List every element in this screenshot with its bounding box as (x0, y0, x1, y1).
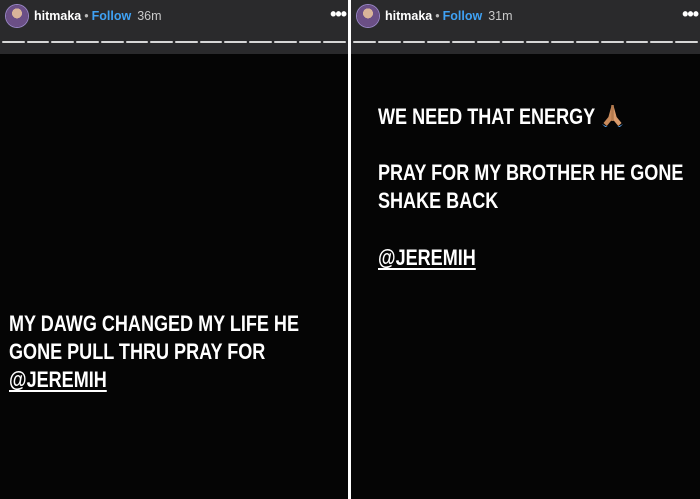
progress-segment (273, 41, 297, 43)
progress-segment (625, 41, 649, 43)
story-header: hitmaka • Follow 31m ••• (351, 0, 700, 54)
caption-line: PRAY FOR MY BROTHER HE GONE (378, 160, 684, 185)
profile-avatar[interactable] (357, 5, 379, 27)
progress-segment (452, 41, 475, 43)
caption-line: WE NEED THAT ENERGY (378, 104, 596, 129)
mention-link[interactable]: @JEREMIH (378, 245, 476, 270)
story-caption-energy: WE NEED THAT ENERGY (378, 103, 625, 134)
progress-segment (249, 41, 272, 43)
profile-avatar[interactable] (6, 5, 28, 27)
follow-button[interactable]: Follow (92, 9, 132, 23)
progress-segment (476, 41, 500, 43)
story-mention: @JEREMIH (378, 244, 476, 272)
follow-button[interactable]: Follow (443, 9, 483, 23)
progress-segment (2, 41, 25, 43)
story-meta: hitmaka • Follow 31m (385, 8, 513, 24)
progress-segment (576, 41, 599, 43)
progress-segment (26, 41, 50, 43)
separator-dot: • (435, 9, 440, 23)
progress-segment (402, 41, 426, 43)
progress-segment (125, 41, 149, 43)
username[interactable]: hitmaka (385, 9, 432, 23)
progress-segment (199, 41, 223, 43)
separator-dot: • (84, 9, 89, 23)
progress-segment (551, 41, 575, 43)
progress-segment (600, 41, 624, 43)
progress-segment (501, 41, 525, 43)
pray-hands-icon (600, 103, 625, 134)
mention-link[interactable]: @JEREMIH (9, 367, 107, 392)
progress-segment (51, 41, 75, 43)
post-time: 31m (488, 9, 513, 23)
caption-line: MY DAWG CHANGED MY LIFE HE (9, 311, 299, 336)
progress-segment (377, 41, 401, 43)
progress-segment (675, 41, 698, 43)
progress-segment (353, 41, 376, 43)
progress-segment (650, 41, 674, 43)
story-panel-right[interactable]: hitmaka • Follow 31m ••• WE NEED THAT ENERG… (351, 0, 700, 499)
progress-segment (100, 41, 124, 43)
progress-segment (526, 41, 550, 43)
story-meta: hitmaka • Follow 36m (34, 8, 162, 24)
caption-line: SHAKE BACK (378, 188, 499, 213)
username[interactable]: hitmaka (34, 9, 81, 23)
story-progress-bar (2, 41, 347, 44)
story-caption: MY DAWG CHANGED MY LIFE HE GONE PULL THR… (9, 310, 299, 394)
progress-segment (76, 41, 99, 43)
story-caption: PRAY FOR MY BROTHER HE GONE SHAKE BACK (378, 159, 683, 215)
story-header: hitmaka • Follow 36m ••• (0, 0, 348, 54)
progress-segment (298, 41, 322, 43)
progress-segment (427, 41, 451, 43)
progress-segment (224, 41, 248, 43)
more-options-icon[interactable]: ••• (682, 4, 699, 24)
story-progress-bar (353, 41, 698, 44)
story-panel-left[interactable]: hitmaka • Follow 36m ••• MY DAWG CHANGED MY… (0, 0, 348, 499)
more-options-icon[interactable]: ••• (330, 4, 347, 24)
progress-segment (323, 41, 347, 43)
post-time: 36m (137, 9, 162, 23)
progress-segment (175, 41, 198, 43)
progress-segment (150, 41, 174, 43)
caption-line: GONE PULL THRU PRAY FOR (9, 339, 266, 364)
